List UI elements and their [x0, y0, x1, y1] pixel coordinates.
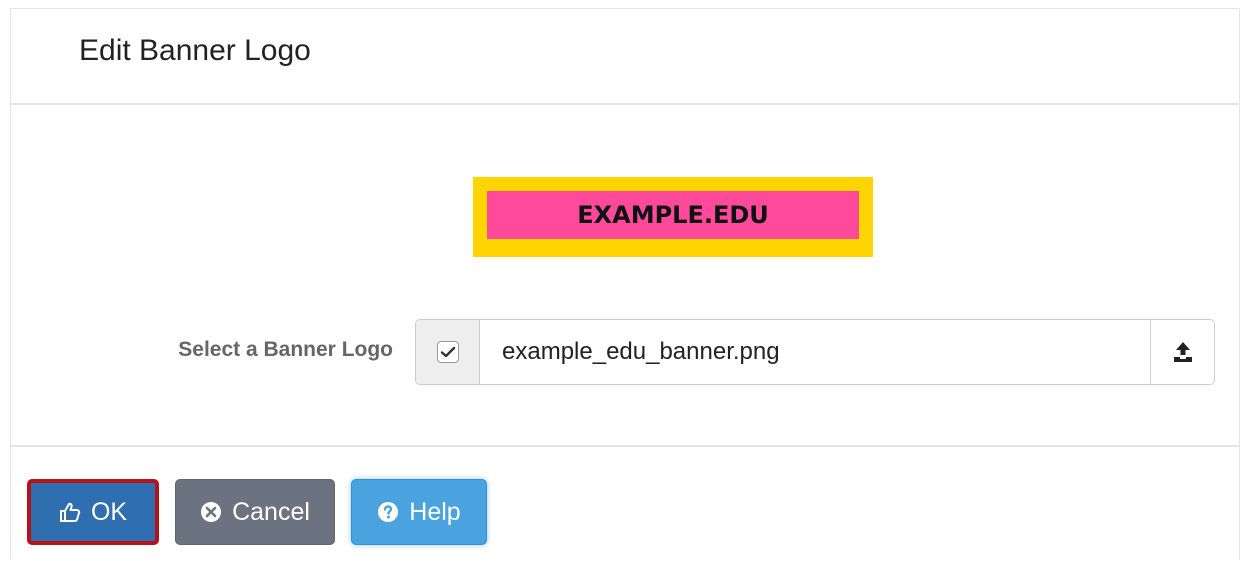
help-button[interactable]: Help [351, 479, 487, 545]
banner-logo-preview: EXAMPLE.EDU [473, 177, 873, 257]
banner-logo-file-input[interactable]: example_edu_banner.png [415, 319, 1215, 385]
banner-logo-field-label: Select a Banner Logo [178, 338, 393, 361]
help-button-label: Help [409, 497, 461, 526]
dialog-title: Edit Banner Logo [79, 34, 311, 67]
check-icon [440, 345, 456, 359]
cancel-button[interactable]: Cancel [175, 479, 335, 545]
cancel-button-label: Cancel [232, 497, 310, 526]
ok-button[interactable]: OK [27, 479, 159, 545]
dialog-footer: OK Cancel Help [11, 447, 1239, 561]
dialog-header: Edit Banner Logo [11, 9, 1239, 105]
upload-icon [1172, 340, 1194, 364]
times-circle-icon [200, 501, 222, 523]
banner-logo-inner: EXAMPLE.EDU [487, 191, 859, 239]
thumbs-up-icon [59, 501, 81, 523]
upload-button[interactable] [1150, 320, 1214, 384]
ok-button-label: OK [90, 497, 128, 526]
file-name-field[interactable]: example_edu_banner.png [480, 320, 1150, 384]
banner-logo-text: EXAMPLE.EDU [577, 201, 769, 229]
file-check-addon [416, 320, 480, 384]
edit-banner-logo-dialog: Edit Banner Logo EXAMPLE.EDU Select a Ba… [10, 8, 1240, 560]
dialog-body: EXAMPLE.EDU Select a Banner Logo example… [11, 105, 1239, 447]
file-selected-checkbox[interactable] [436, 341, 459, 363]
question-circle-icon [377, 501, 399, 523]
